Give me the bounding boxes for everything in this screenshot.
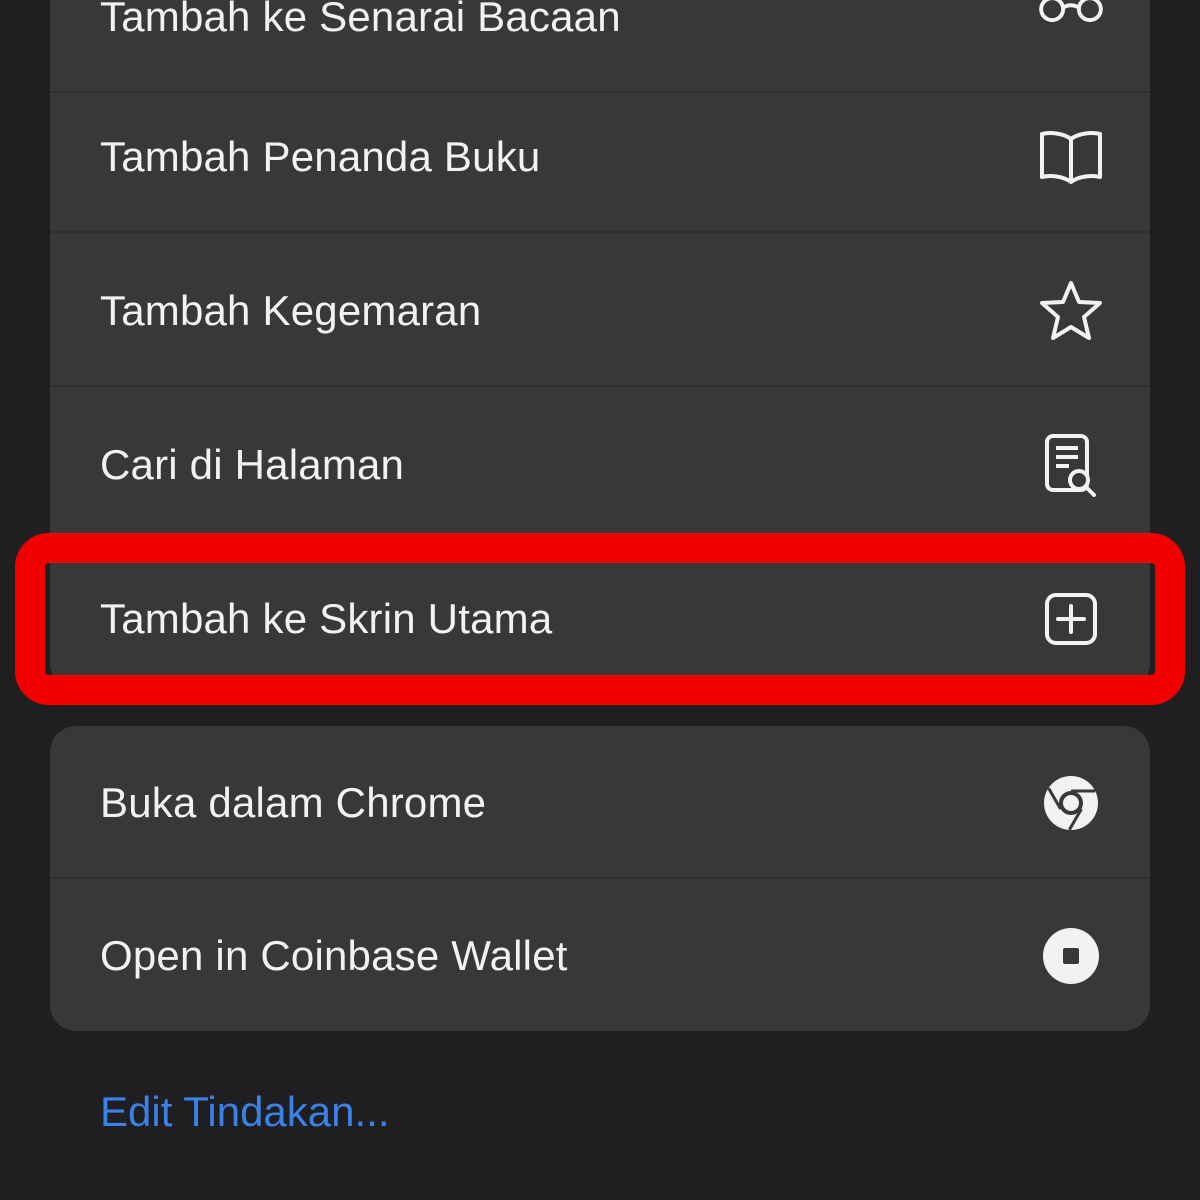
share-sheet-screen: Tambah ke Senarai Bacaan Tambah Penanda … — [0, 0, 1200, 1200]
find-in-page-icon — [1038, 432, 1104, 498]
menu-item-open-in-coinbase-wallet[interactable]: Open in Coinbase Wallet — [50, 879, 1150, 1031]
coinbase-wallet-icon — [1038, 923, 1104, 989]
menu-item-add-favorite[interactable]: Tambah Kegemaran — [50, 234, 1150, 387]
book-icon — [1038, 124, 1104, 190]
menu-item-open-in-chrome[interactable]: Buka dalam Chrome — [50, 726, 1150, 879]
menu-item-add-to-home-screen[interactable]: Tambah ke Skrin Utama — [50, 542, 1150, 690]
menu-item-label: Cari di Halaman — [100, 440, 405, 488]
menu-item-label: Tambah Penanda Buku — [100, 132, 541, 180]
third-party-actions-group: Buka dalam Chrome Open in Coinbase Walle… — [50, 726, 1150, 1031]
actions-group: Tambah ke Senarai Bacaan Tambah Penanda … — [50, 0, 1150, 690]
star-icon — [1038, 278, 1104, 344]
divider — [50, 231, 1150, 233]
divider — [50, 539, 1150, 541]
chrome-icon — [1038, 770, 1104, 836]
menu-item-label: Tambah ke Skrin Utama — [100, 594, 553, 642]
edit-actions-link[interactable]: Edit Tindakan... — [100, 1088, 390, 1136]
menu-item-label: Buka dalam Chrome — [100, 778, 487, 826]
glasses-icon — [1038, 0, 1104, 50]
divider — [50, 385, 1150, 387]
menu-item-label: Tambah Kegemaran — [100, 286, 482, 334]
menu-item-label: Tambah ke Senarai Bacaan — [100, 0, 621, 40]
menu-item-find-on-page[interactable]: Cari di Halaman — [50, 388, 1150, 541]
menu-item-label: Open in Coinbase Wallet — [100, 931, 568, 979]
menu-item-add-bookmark[interactable]: Tambah Penanda Buku — [50, 80, 1150, 233]
add-square-icon — [1038, 586, 1104, 652]
